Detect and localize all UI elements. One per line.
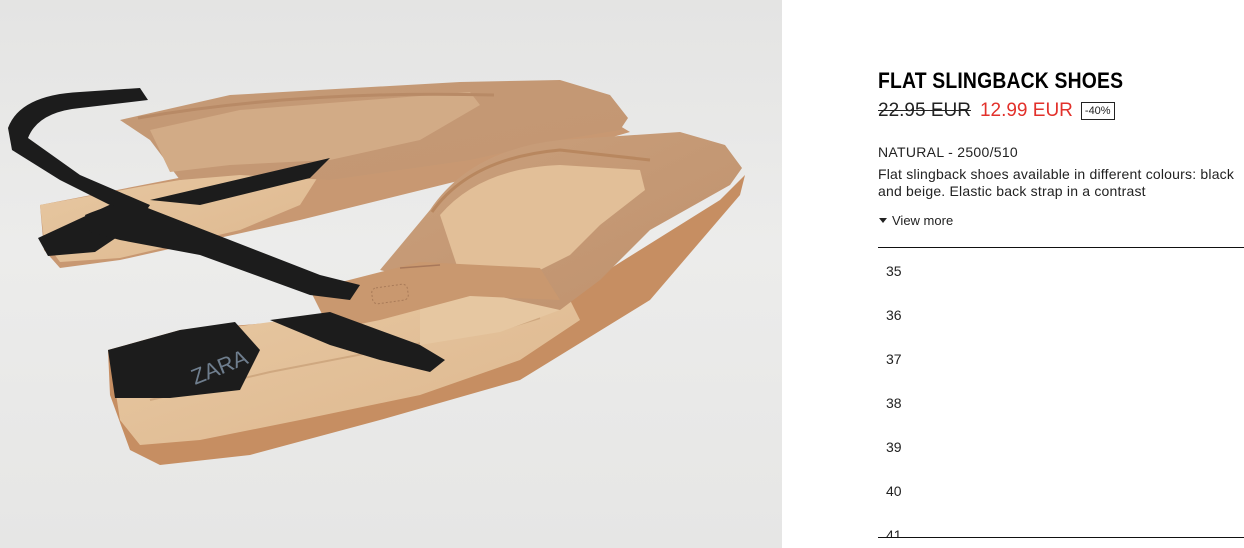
product-title: FLAT SLINGBACK SHOES — [878, 68, 1124, 93]
size-option-38[interactable]: 38 — [878, 381, 1244, 425]
size-option-41[interactable]: 41 — [878, 513, 1244, 537]
size-option-39[interactable]: 39 — [878, 425, 1244, 469]
sale-price: 12.99 EUR — [979, 100, 1073, 121]
size-option-36[interactable]: 36 — [878, 293, 1244, 337]
product-description: Flat slingback shoes available in differ… — [878, 166, 1235, 199]
color-reference: NATURAL - 2500/510 — [878, 144, 1019, 160]
product-info: FLAT SLINGBACK SHOES 22.95 EUR 12.99 EUR… — [878, 66, 1244, 228]
size-option-40[interactable]: 40 — [878, 469, 1244, 513]
size-list: 35 36 37 38 39 40 41 — [878, 247, 1244, 538]
size-option-37[interactable]: 37 — [878, 337, 1244, 381]
view-more-link[interactable]: View more — [878, 213, 1244, 228]
shoes-illustration: ZARA — [8, 80, 745, 465]
view-more-label: View more — [892, 213, 954, 228]
caret-down-icon — [879, 218, 887, 223]
product-image: ZARA — [0, 0, 782, 548]
price-row: 22.95 EUR 12.99 EUR -40% — [878, 98, 1244, 124]
discount-badge: -40% — [1080, 102, 1115, 120]
original-price: 22.95 EUR — [878, 100, 971, 121]
size-option-35[interactable]: 35 — [878, 249, 1244, 293]
